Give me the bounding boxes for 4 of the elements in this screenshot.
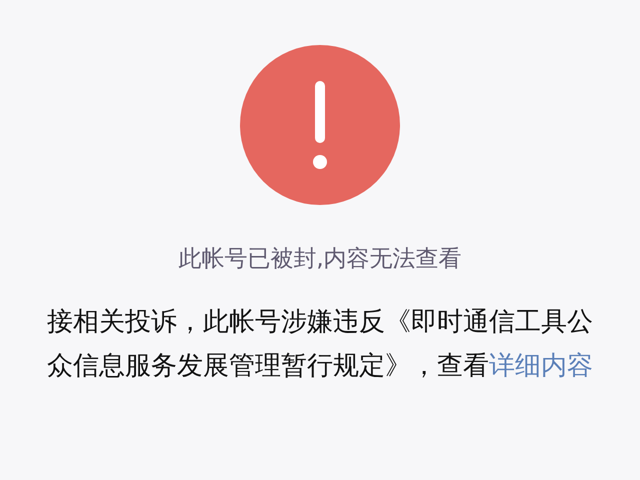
notice-title: 此帐号已被封,内容无法查看 (178, 245, 462, 274)
warning-icon (240, 45, 400, 205)
notice-message: 接相关投诉，此帐号涉嫌违反《即时通信工具公众信息服务发展管理暂行规定》，查看详细内容 (46, 306, 594, 383)
details-link[interactable]: 详细内容 (489, 351, 593, 381)
